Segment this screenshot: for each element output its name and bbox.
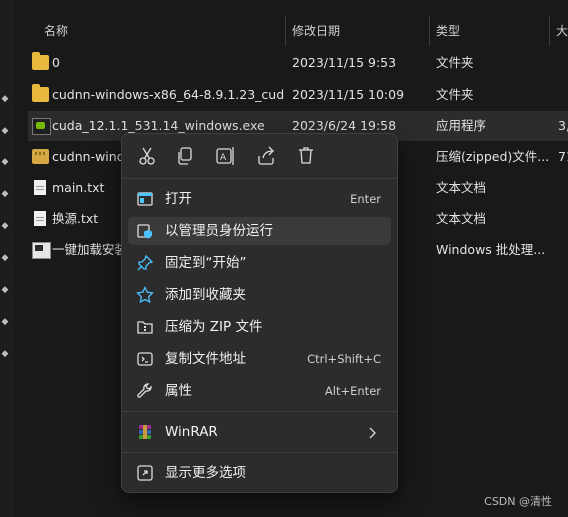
- pin-icon[interactable]: ◆: [0, 189, 10, 199]
- file-size: 71: [558, 149, 568, 164]
- show-more-icon: [136, 464, 154, 482]
- file-name: 0: [52, 55, 60, 70]
- file-size: 3,: [558, 118, 568, 133]
- menu-item-label: 添加到收藏夹: [165, 287, 246, 303]
- column-separator[interactable]: [429, 16, 430, 46]
- column-header: 名称 修改日期 类型 大: [0, 16, 568, 46]
- file-name: 换源.txt: [52, 211, 99, 226]
- pin-icon[interactable]: ◆: [0, 253, 10, 263]
- menu-item-shortcut: Alt+Enter: [324, 384, 381, 398]
- file-type: 文本文档: [436, 180, 487, 195]
- cut-icon[interactable]: [134, 144, 160, 168]
- menu-item-label: 固定到“开始”: [165, 255, 247, 271]
- menu-item-label: 显示更多选项: [165, 465, 246, 481]
- menu-item-label: WinRAR: [165, 424, 218, 440]
- rename-icon[interactable]: A: [212, 144, 238, 168]
- nvidia-exe-icon: [32, 118, 51, 135]
- file-type: 压缩(zipped)文件...: [436, 149, 550, 164]
- folder-icon: [32, 52, 49, 70]
- file-type: 文件夹: [436, 55, 474, 70]
- copy-path-icon: [136, 350, 154, 368]
- menu-item-label: 打开: [165, 191, 192, 207]
- column-modified[interactable]: 修改日期: [292, 16, 340, 46]
- open-window-icon: [136, 190, 154, 208]
- zip-icon: [136, 318, 154, 336]
- file-type: 文本文档: [436, 211, 487, 226]
- menu-item-label: 以管理员身份运行: [165, 223, 273, 239]
- pin-icon: [136, 254, 154, 272]
- file-name: cudnn-windo: [52, 149, 122, 164]
- context-menu-actions: A: [122, 134, 397, 178]
- star-icon: [136, 286, 154, 304]
- context-menu: A 打开 Enter 以管理员身份运行 固定到“开始” 添加到收藏夹 压缩为 Z…: [121, 133, 398, 493]
- text-file-icon: [34, 180, 46, 195]
- menu-item-label: 压缩为 ZIP 文件: [165, 319, 263, 335]
- folder-icon: [32, 84, 49, 102]
- menu-item-copy-path[interactable]: 复制文件地址 Ctrl+Shift+C: [128, 345, 391, 373]
- menu-item-shortcut: Ctrl+Shift+C: [307, 352, 381, 366]
- pin-icon[interactable]: ◆: [0, 94, 10, 104]
- menu-divider: [122, 178, 397, 179]
- file-name: cudnn-windows-x86_64-8.9.1.23_cuda...: [52, 87, 284, 102]
- menu-item-run-as-admin[interactable]: 以管理员身份运行: [128, 217, 391, 245]
- pin-icon[interactable]: ◆: [0, 349, 10, 359]
- pin-icon[interactable]: ◆: [0, 126, 10, 136]
- pin-icon[interactable]: ◆: [0, 221, 10, 231]
- wrench-icon: [136, 382, 154, 400]
- copy-icon[interactable]: [172, 144, 198, 168]
- file-type: 文件夹: [436, 87, 474, 102]
- column-size[interactable]: 大: [556, 16, 568, 46]
- zip-folder-icon: [32, 149, 49, 164]
- admin-shield-icon: [136, 222, 154, 240]
- file-name: 一键加载安装: [52, 242, 122, 257]
- column-separator[interactable]: [549, 16, 550, 46]
- svg-text:A: A: [220, 153, 227, 163]
- file-modified: 2023/11/15 9:53: [292, 55, 397, 70]
- watermark: CSDN @清性: [484, 495, 552, 508]
- file-modified: 2023/11/15 10:09: [292, 87, 405, 102]
- menu-divider: [122, 411, 397, 412]
- menu-item-open[interactable]: 打开 Enter: [128, 185, 391, 213]
- menu-item-show-more-options[interactable]: 显示更多选项: [128, 459, 391, 487]
- file-row[interactable]: 0 2023/11/15 9:53 文件夹: [28, 48, 568, 78]
- file-name: main.txt: [52, 180, 105, 195]
- menu-item-compress-zip[interactable]: 压缩为 ZIP 文件: [128, 313, 391, 341]
- menu-item-shortcut: Enter: [350, 192, 381, 206]
- file-type: 应用程序: [436, 118, 487, 133]
- menu-item-properties[interactable]: 属性 Alt+Enter: [128, 377, 391, 405]
- menu-item-winrar[interactable]: WinRAR: [128, 418, 391, 446]
- chevron-right-icon: [369, 425, 377, 439]
- menu-item-label: 属性: [165, 383, 192, 399]
- batch-file-icon: [32, 242, 51, 259]
- column-separator[interactable]: [285, 16, 286, 46]
- menu-item-add-to-favorites[interactable]: 添加到收藏夹: [128, 281, 391, 309]
- delete-icon[interactable]: [293, 144, 319, 168]
- navigation-pane-edge: ◆ ◆ ◆ ◆ ◆ ◆ ◆ ◆ ◆: [0, 0, 14, 517]
- menu-item-pin-to-start[interactable]: 固定到“开始”: [128, 249, 391, 277]
- column-type[interactable]: 类型: [436, 16, 460, 46]
- share-icon[interactable]: [253, 144, 279, 168]
- menu-divider: [122, 452, 397, 453]
- pin-icon[interactable]: ◆: [0, 317, 10, 327]
- file-type: Windows 批处理...: [436, 242, 546, 257]
- column-name[interactable]: 名称: [44, 16, 68, 46]
- pin-icon[interactable]: ◆: [0, 157, 10, 167]
- text-file-icon: [34, 211, 46, 226]
- menu-item-label: 复制文件地址: [165, 351, 246, 367]
- winrar-icon: [136, 423, 154, 441]
- pin-icon[interactable]: ◆: [0, 285, 10, 295]
- file-row[interactable]: cudnn-windows-x86_64-8.9.1.23_cuda... 20…: [28, 80, 568, 110]
